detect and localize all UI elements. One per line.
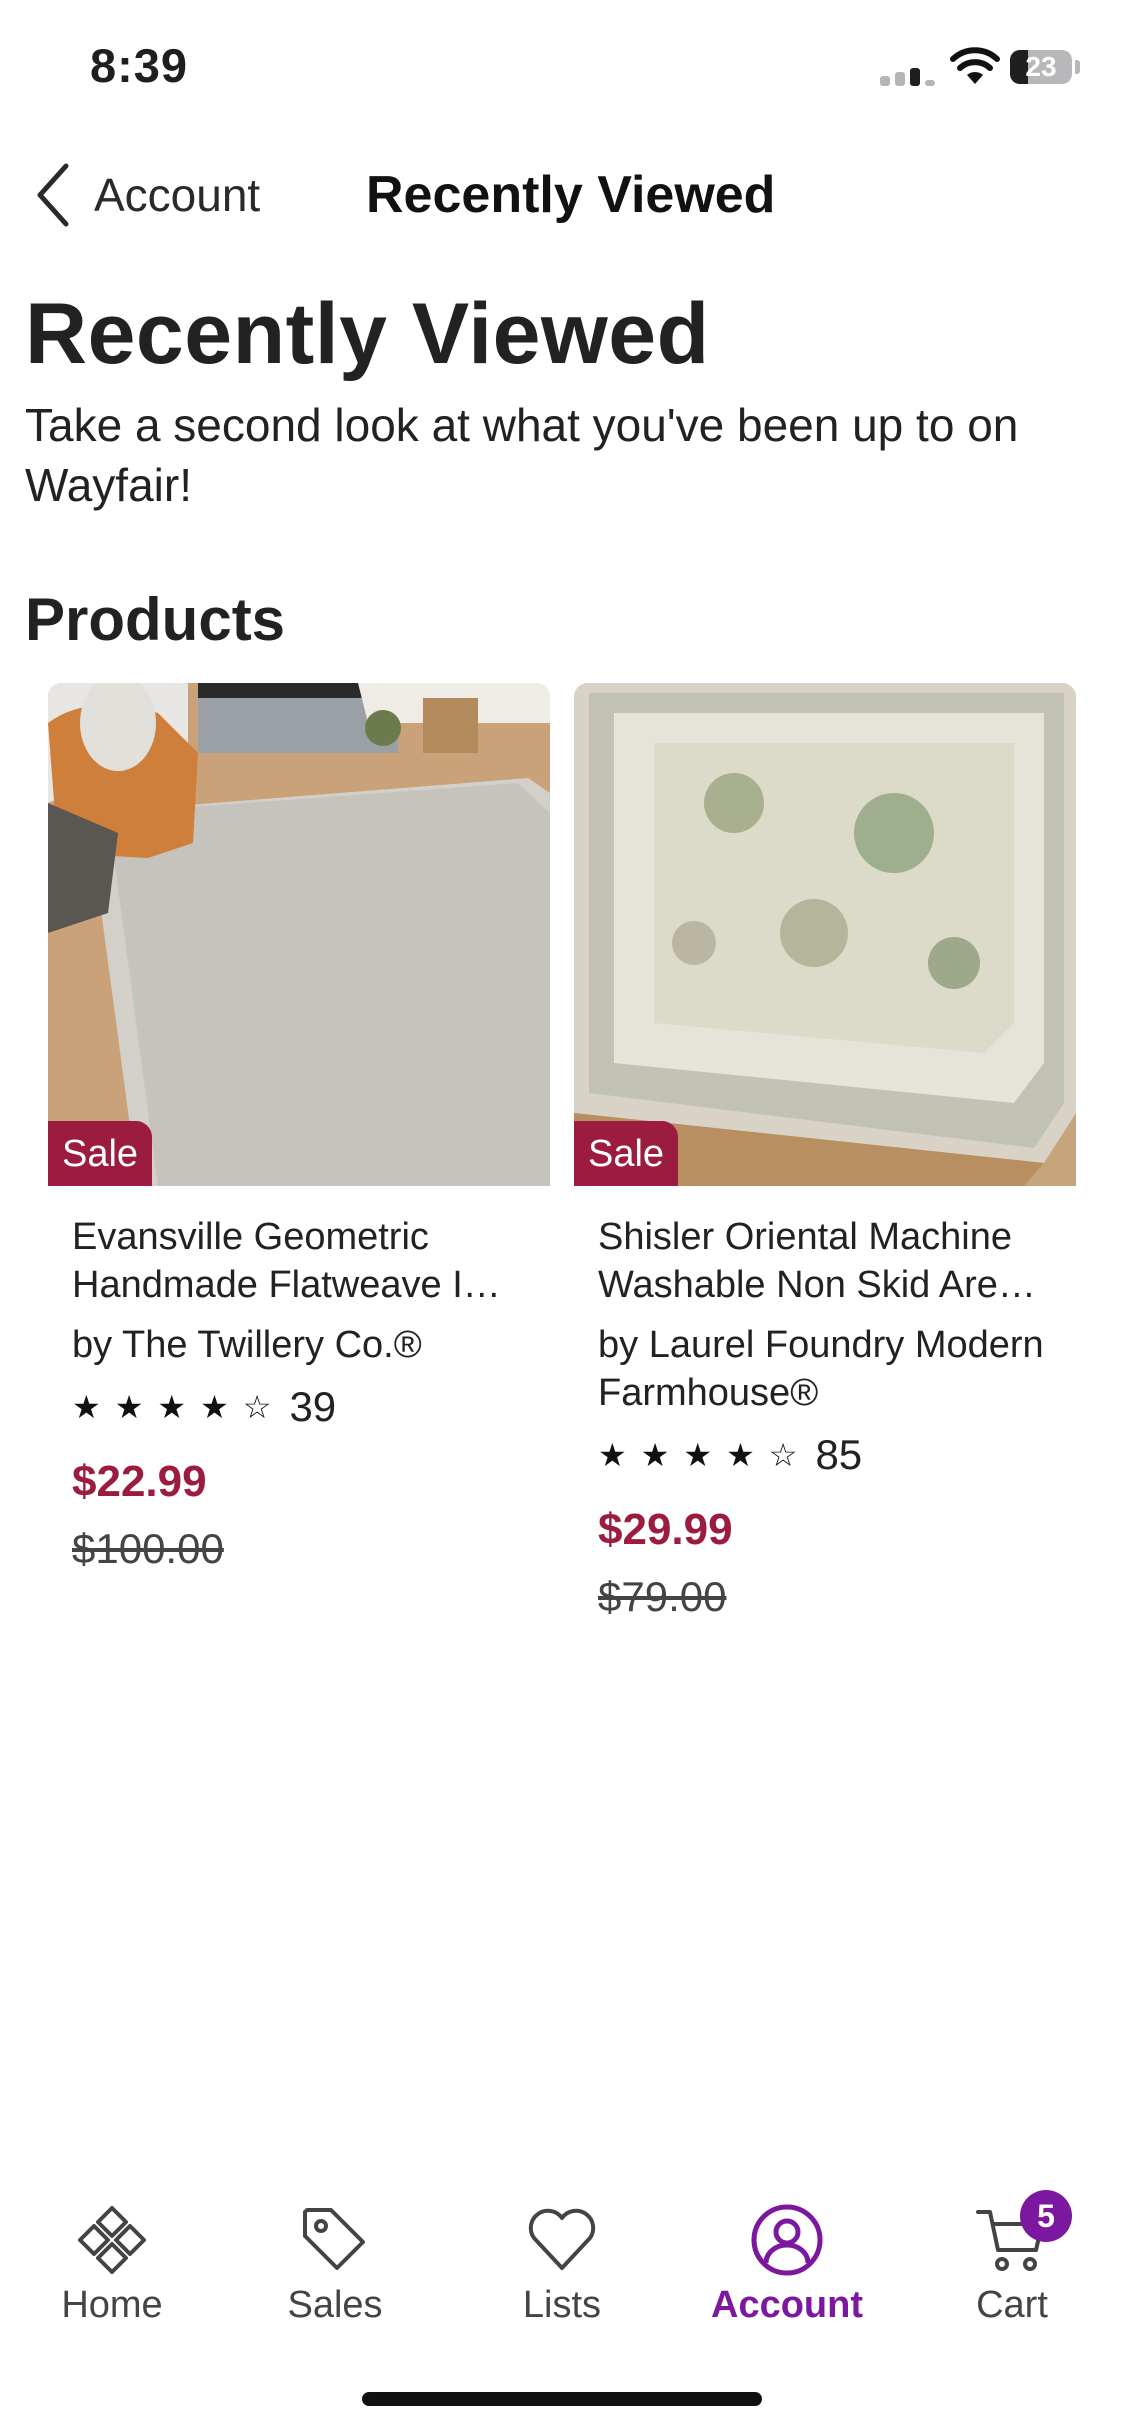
- cellular-signal-icon: [880, 64, 940, 86]
- nav-title: Recently Viewed: [366, 166, 776, 224]
- product-rating: ★★★★☆ 85: [598, 1431, 1068, 1479]
- battery-icon: 23: [1010, 50, 1072, 84]
- product-brand: by The Twillery Co.®: [72, 1324, 422, 1366]
- tab-home[interactable]: Home: [22, 2190, 202, 2340]
- tab-label: Account: [711, 2284, 863, 2326]
- rug-photo: [574, 683, 1076, 1186]
- product-card[interactable]: Sale Shisler Oriental Machine Washable N…: [574, 683, 1076, 1620]
- rug-photo: [48, 683, 550, 1186]
- sale-price: $29.99: [598, 1505, 733, 1554]
- page-title: Recently Viewed: [25, 286, 710, 382]
- product-image[interactable]: Sale: [48, 683, 550, 1186]
- back-button[interactable]: Account: [30, 160, 300, 230]
- review-count: 39: [289, 1383, 337, 1430]
- original-price: $100.00: [72, 1525, 224, 1572]
- home-icon: [78, 2206, 146, 2274]
- chevron-left-icon: [37, 163, 69, 227]
- page-subtitle: Take a second look at what you've been u…: [25, 399, 1019, 511]
- tab-sales[interactable]: Sales: [245, 2190, 425, 2340]
- tab-bar: Home Sales Lists Account Cart 5: [0, 2190, 1125, 2340]
- product-card[interactable]: Sale Evansville Geometric Handmade Flatw…: [48, 683, 550, 1572]
- tab-label: Sales: [287, 2284, 383, 2326]
- back-button-label: Account: [94, 169, 261, 221]
- section-title-products: Products: [25, 586, 286, 653]
- sale-badge: Sale: [48, 1121, 153, 1186]
- rating-stars: ★★★★☆: [598, 1437, 812, 1473]
- tab-label: Home: [61, 2284, 163, 2326]
- product-rating: ★★★★☆ 39: [72, 1383, 542, 1431]
- tab-cart[interactable]: Cart 5: [922, 2190, 1102, 2340]
- home-indicator[interactable]: [362, 2392, 762, 2406]
- product-name[interactable]: Evansville Geometric Handmade Flatweave …: [72, 1213, 542, 1309]
- tag-icon: [303, 2208, 365, 2270]
- product-name[interactable]: Shisler Oriental Machine Washable Non Sk…: [598, 1213, 1068, 1309]
- rating-stars: ★★★★☆: [72, 1389, 286, 1425]
- battery-tip: [1075, 60, 1080, 74]
- navigation-bar: Account Recently Viewed: [0, 140, 1125, 250]
- battery-level: 23: [1025, 51, 1057, 82]
- sale-badge: Sale: [574, 1121, 679, 1186]
- status-time: 8:39: [90, 39, 189, 92]
- sale-price: $22.99: [72, 1457, 207, 1506]
- tab-account[interactable]: Account: [697, 2190, 877, 2340]
- product-brand: by Laurel Foundry Modern Farmhouse®: [598, 1324, 1044, 1414]
- tab-label: Lists: [522, 2284, 602, 2326]
- original-price: $79.00: [598, 1573, 727, 1620]
- product-image[interactable]: Sale: [574, 683, 1076, 1186]
- tab-label: Cart: [976, 2284, 1048, 2326]
- review-count: 85: [815, 1431, 863, 1478]
- heart-icon: [528, 2208, 596, 2270]
- status-bar: 8:39 23: [0, 0, 1125, 135]
- tab-lists[interactable]: Lists: [472, 2190, 652, 2340]
- wifi-icon: [950, 47, 1000, 84]
- account-icon: [751, 2204, 823, 2276]
- cart-count-badge: 5: [1020, 2190, 1072, 2242]
